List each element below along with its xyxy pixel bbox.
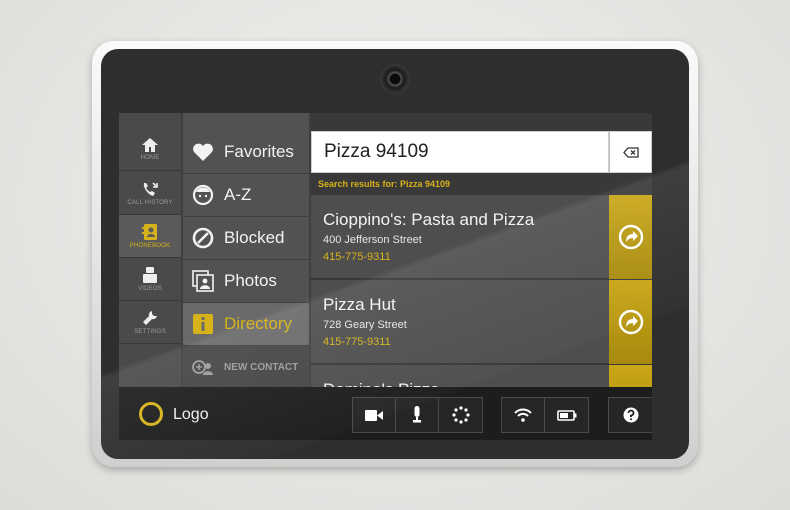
blocked-icon (191, 226, 215, 250)
help-group (608, 397, 652, 433)
loading-icon (451, 406, 470, 424)
video-camera-button[interactable] (353, 398, 396, 432)
menu-item-directory[interactable]: Directory (183, 303, 309, 346)
menu-label: A-Z (224, 185, 252, 204)
menu-label: NEW CONTACT (224, 361, 299, 373)
rail-label: CALL HISTORY (127, 199, 173, 206)
person-icon (191, 183, 215, 207)
backspace-icon (622, 146, 639, 158)
bottom-bar: Logo (119, 387, 652, 440)
result-item[interactable]: Pizza Hut 728 Geary Street 415-775-9311 (311, 280, 652, 364)
video-icon (143, 267, 157, 283)
call-button[interactable] (609, 195, 652, 279)
results-caption: Search results for: Pizza 94109 (318, 179, 451, 189)
screen: HOME CALL HISTORY PHONEBOOK VIDEOS SETTI… (119, 113, 652, 440)
logo-icon (139, 402, 163, 426)
result-item[interactable]: Cioppino's: Pasta and Pizza 400 Jefferso… (311, 195, 652, 279)
rail-item-home[interactable]: HOME (119, 128, 181, 171)
help-button[interactable] (609, 398, 652, 432)
forward-arrow-icon (618, 309, 643, 335)
result-name: Cioppino's: Pasta and Pizza (323, 210, 535, 229)
result-address: 728 Geary Street (323, 319, 407, 331)
menu-label: Directory (224, 314, 293, 333)
menu-label: Blocked (224, 228, 285, 247)
nav-rail: HOME CALL HISTORY PHONEBOOK VIDEOS SETTI… (119, 113, 181, 387)
call-controls (352, 397, 483, 433)
heart-icon (191, 140, 215, 164)
battery-button[interactable] (545, 398, 588, 432)
rail-label: VIDEOS (138, 286, 162, 292)
microphone-icon (413, 406, 421, 423)
menu-item-a-z[interactable]: A-Z (183, 174, 309, 217)
logo-text: Logo (173, 406, 209, 423)
rail-item-call-history[interactable]: CALL HISTORY (119, 172, 181, 215)
rail-label: SETTINGS (134, 329, 166, 335)
menu-item-favorites[interactable]: Favorites (183, 131, 309, 174)
rail-item-videos[interactable]: VIDEOS (119, 258, 181, 301)
menu-label: Photos (224, 271, 277, 290)
phonebook-icon (142, 224, 157, 240)
help-icon (623, 407, 638, 423)
camera-lens (380, 64, 410, 94)
menu-item-new-contact[interactable]: NEW CONTACT (183, 346, 309, 389)
loading-button[interactable] (439, 398, 482, 432)
wifi-icon (514, 408, 532, 422)
call-history-icon (143, 181, 158, 196)
home-icon (142, 138, 158, 152)
call-button[interactable] (609, 280, 652, 364)
status-group (501, 397, 589, 433)
clear-search-button[interactable] (609, 131, 652, 173)
rail-item-settings[interactable]: SETTINGS (119, 301, 181, 344)
menu-item-photos[interactable]: Photos (183, 260, 309, 303)
result-name: Pizza Hut (323, 295, 396, 314)
new-contact-icon (191, 355, 215, 379)
phonebook-menu: Favorites A-Z Blocked Photos Directory N… (183, 113, 309, 389)
menu-item-blocked[interactable]: Blocked (183, 217, 309, 260)
rail-label: HOME (140, 155, 160, 161)
settings-icon (143, 311, 157, 325)
result-phone[interactable]: 415-775-9311 (323, 251, 391, 263)
photos-icon (191, 269, 215, 293)
battery-icon (556, 409, 576, 421)
wifi-button[interactable] (502, 398, 545, 432)
rail-item-phonebook[interactable]: PHONEBOOK (119, 215, 181, 258)
video-camera-icon (365, 409, 383, 421)
rail-label: PHONEBOOK (129, 243, 171, 249)
forward-arrow-icon (618, 224, 643, 250)
search-input[interactable]: Pizza 94109 (311, 131, 609, 173)
microphone-button[interactable] (396, 398, 439, 432)
result-address: 400 Jefferson Street (323, 234, 422, 246)
result-phone[interactable]: 415-775-9311 (323, 336, 391, 348)
results-panel: Pizza 94109 Search results for: Pizza 94… (311, 113, 652, 440)
menu-label: Favorites (224, 142, 294, 161)
info-icon (191, 312, 215, 336)
